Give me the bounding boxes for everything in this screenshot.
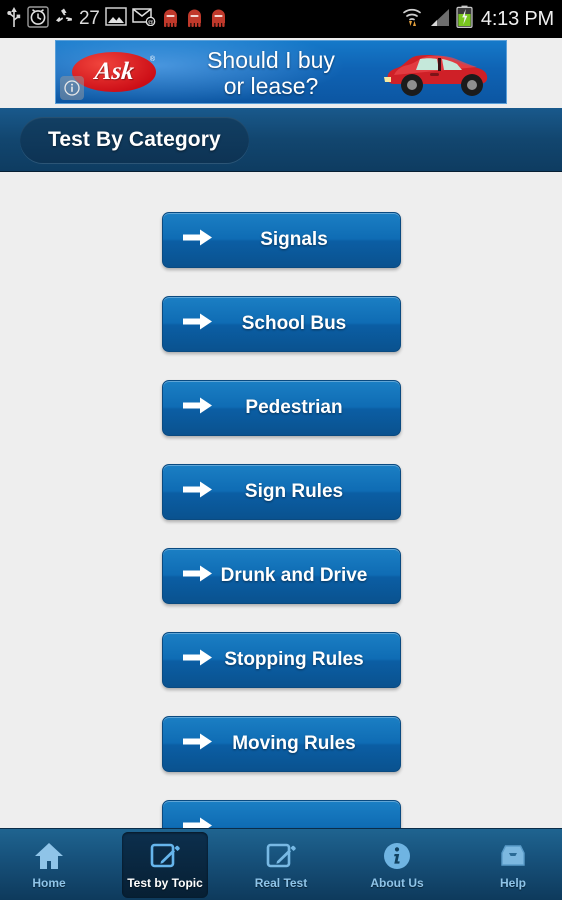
category-button-stopping-rules[interactable]: Stopping Rules <box>161 632 401 688</box>
arrow-right-icon <box>182 648 213 673</box>
email-icon: @ <box>131 7 156 31</box>
bottom-navigation-bar: Home Test by Topic Real Test About Us He… <box>0 828 562 900</box>
robot-icon <box>161 6 180 33</box>
page-title: Test By Category <box>48 128 221 151</box>
battery-charging-icon <box>456 5 473 33</box>
page-title-pill: Test By Category <box>20 117 249 163</box>
red-car-illustration <box>380 47 500 103</box>
alarm-clock-icon <box>27 5 49 33</box>
status-bar: 27 @ 4:13 PM <box>0 0 562 38</box>
ad-headline: Should I buy or lease? <box>171 47 371 99</box>
nav-item-about-us[interactable]: About Us <box>354 832 440 898</box>
app-title-bar: Test By Category <box>0 108 562 172</box>
gallery-icon <box>104 7 127 31</box>
robot-icon <box>185 6 204 33</box>
ad-headline-line-1: Should I buy <box>207 47 335 73</box>
nav-item-label: Real Test <box>254 876 308 890</box>
category-button-school-bus[interactable]: School Bus <box>161 296 401 352</box>
category-button-partially-visible[interactable] <box>161 800 401 828</box>
nav-item-label: Test by Topic <box>127 876 203 890</box>
content-area: Signals School Bus Pedestrian Sign Rules <box>0 172 562 828</box>
svg-text:@: @ <box>147 19 154 26</box>
arrow-right-icon <box>182 228 213 253</box>
inbox-tray-icon <box>497 839 529 873</box>
robot-icon <box>209 6 228 33</box>
category-button-sign-rules[interactable]: Sign Rules <box>161 464 401 520</box>
notification-count: 27 <box>79 8 100 29</box>
home-icon <box>33 839 65 873</box>
arrow-right-icon <box>182 564 213 589</box>
ad-info-icon[interactable] <box>60 76 84 100</box>
ask-logo: Ask ® <box>72 52 156 92</box>
nav-item-test-by-topic[interactable]: Test by Topic <box>122 831 208 898</box>
wifi-transfer-icon <box>400 5 424 34</box>
status-bar-right-icons: 4:13 PM <box>400 5 554 34</box>
arrow-right-icon <box>182 816 213 828</box>
category-button-moving-rules[interactable]: Moving Rules <box>161 716 401 772</box>
nav-item-label: Help <box>499 876 526 890</box>
arrow-right-icon <box>182 396 213 421</box>
status-bar-clock: 4:13 PM <box>480 7 554 30</box>
cellular-signal-icon <box>429 6 451 33</box>
category-button-list: Signals School Bus Pedestrian Sign Rules <box>0 172 562 828</box>
status-bar-left-icons: 27 @ <box>6 5 400 33</box>
nav-item-real-test[interactable]: Real Test <box>238 832 324 898</box>
recycle-icon <box>54 7 74 32</box>
usb-icon <box>6 6 22 33</box>
arrow-right-icon <box>182 732 213 757</box>
arrow-right-icon <box>182 480 213 505</box>
nav-item-help[interactable]: Help <box>470 832 556 898</box>
nav-item-label: About Us <box>370 876 424 890</box>
edit-note-icon <box>149 839 181 873</box>
edit-note-icon <box>265 839 297 873</box>
info-circle-icon <box>381 839 413 873</box>
arrow-right-icon <box>182 312 213 337</box>
category-button-signals[interactable]: Signals <box>161 212 401 268</box>
ad-headline-line-2: or lease? <box>223 73 319 99</box>
advertisement-banner[interactable]: Ask ® Should I buy or lease? <box>55 40 507 104</box>
ask-logo-registered-mark: ® <box>149 56 155 63</box>
nav-item-home[interactable]: Home <box>6 832 92 898</box>
ask-logo-text: Ask <box>93 58 135 85</box>
category-button-drunk-and-drive[interactable]: Drunk and Drive <box>161 548 401 604</box>
category-button-pedestrian[interactable]: Pedestrian <box>161 380 401 436</box>
nav-item-label: Home <box>32 876 66 890</box>
